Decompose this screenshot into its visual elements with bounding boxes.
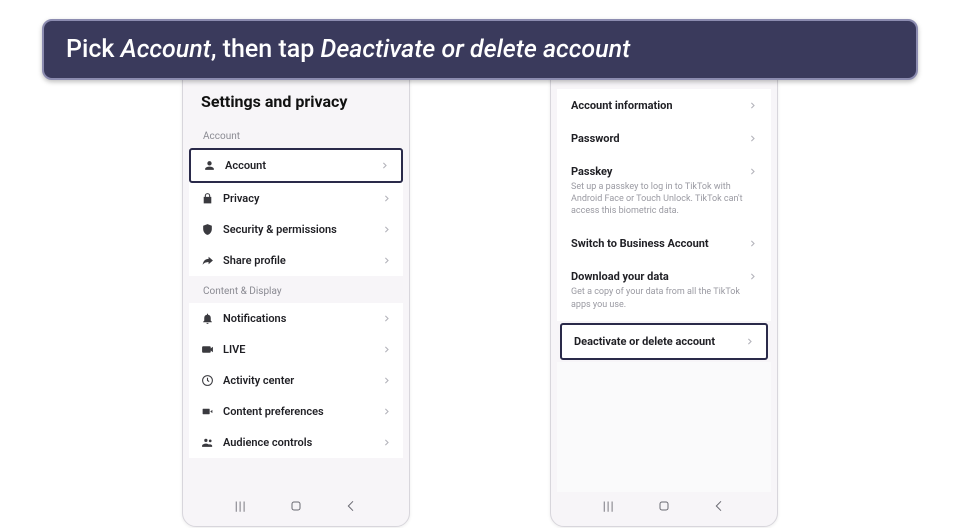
chevron-right-icon: [748, 167, 757, 176]
row-deactivate-delete[interactable]: Deactivate or delete account: [560, 323, 768, 360]
person-icon: [203, 159, 216, 172]
row-download-data[interactable]: Download your data Get a copy of your da…: [557, 260, 771, 320]
clock-icon: [201, 374, 214, 387]
menu-label: Share profile: [223, 254, 373, 267]
row-account-information[interactable]: Account information: [557, 89, 771, 122]
chevron-right-icon: [382, 314, 391, 323]
menu-label: Content preferences: [223, 405, 373, 418]
menu-label: Notifications: [223, 312, 373, 325]
chevron-right-icon: [382, 225, 391, 234]
chevron-right-icon: [748, 101, 757, 110]
row-title: Download your data: [571, 270, 669, 283]
row-title: Passkey: [571, 165, 612, 178]
section-header-account: Account: [189, 121, 403, 148]
nav-home-button[interactable]: [288, 498, 304, 514]
phone-left: Settings and privacy Account Account: [182, 30, 410, 527]
instruction-text-mid: , then tap: [211, 35, 321, 64]
menu-label: LIVE: [223, 343, 373, 356]
instruction-em-account: Account: [121, 35, 211, 64]
menu-label: Audience controls: [223, 436, 373, 449]
nav-recent-button[interactable]: |||: [233, 498, 249, 514]
row-passkey[interactable]: Passkey Set up a passkey to log in to Ti…: [557, 155, 771, 227]
menu-label: Privacy: [223, 192, 373, 205]
chevron-right-icon: [382, 345, 391, 354]
row-switch-business[interactable]: Switch to Business Account: [557, 227, 771, 260]
row-title: Account information: [571, 99, 673, 112]
chevron-right-icon: [382, 256, 391, 265]
menu-item-privacy[interactable]: Privacy: [189, 183, 403, 214]
nav-home-button[interactable]: [656, 498, 672, 514]
chevron-right-icon: [748, 134, 757, 143]
nav-back-button[interactable]: [343, 498, 359, 514]
menu-item-notifications[interactable]: Notifications: [189, 303, 403, 334]
phone-right: Account information Password Passkey: [550, 30, 778, 527]
share-icon: [201, 254, 214, 267]
menu-item-audience-controls[interactable]: Audience controls: [189, 427, 403, 458]
lock-icon: [201, 192, 214, 205]
nav-back-button[interactable]: [711, 498, 727, 514]
nav-recent-button[interactable]: |||: [601, 498, 617, 514]
menu-label: Activity center: [223, 374, 373, 387]
row-subtitle: Set up a passkey to log in to TikTok wit…: [571, 178, 757, 217]
chevron-right-icon: [382, 376, 391, 385]
empty-space: [557, 362, 771, 492]
shield-icon: [201, 223, 214, 236]
android-nav-bar: |||: [557, 492, 771, 520]
section-header-content: Content & Display: [189, 276, 403, 303]
chevron-right-icon: [748, 239, 757, 248]
menu-item-content-preferences[interactable]: Content preferences: [189, 396, 403, 427]
menu-item-account[interactable]: Account: [189, 148, 403, 183]
chevron-right-icon: [382, 407, 391, 416]
row-title: Deactivate or delete account: [574, 335, 715, 348]
instruction-text-prefix: Pick: [66, 35, 121, 64]
row-title: Switch to Business Account: [571, 237, 709, 250]
chevron-right-icon: [745, 337, 754, 346]
menu-label: Account: [225, 159, 371, 172]
instruction-em-deactivate: Deactivate or delete account: [320, 35, 630, 64]
menu-label: Security & permissions: [223, 223, 373, 236]
menu-item-live[interactable]: LIVE: [189, 334, 403, 365]
android-nav-bar: |||: [189, 492, 403, 520]
row-subtitle: Get a copy of your data from all the Tik…: [571, 283, 757, 310]
chevron-right-icon: [748, 272, 757, 281]
menu-item-security[interactable]: Security & permissions: [189, 214, 403, 245]
menu-item-share-profile[interactable]: Share profile: [189, 245, 403, 276]
chevron-right-icon: [380, 161, 389, 170]
chevron-right-icon: [382, 194, 391, 203]
live-icon: [201, 343, 214, 356]
instruction-banner: Pick Account, then tap Deactivate or del…: [42, 19, 918, 80]
row-title: Password: [571, 132, 620, 145]
chevron-right-icon: [382, 438, 391, 447]
row-password[interactable]: Password: [557, 122, 771, 155]
bell-icon: [201, 312, 214, 325]
people-icon: [201, 436, 214, 449]
video-icon: [201, 405, 214, 418]
menu-item-activity-center[interactable]: Activity center: [189, 365, 403, 396]
